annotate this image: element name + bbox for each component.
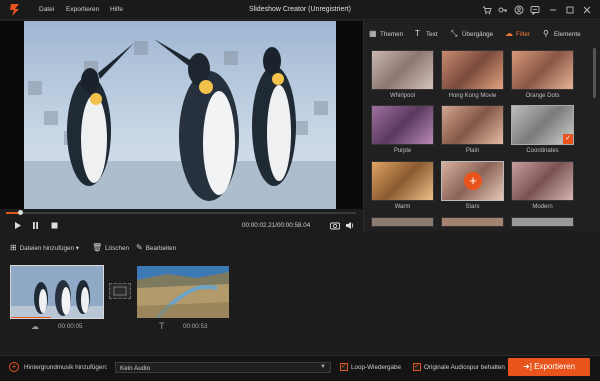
elements-icon: ⚲	[543, 29, 549, 38]
preview-image	[24, 21, 336, 209]
export-icon: ➜]	[522, 362, 532, 371]
volume-icon[interactable]	[345, 221, 355, 232]
filter-applied-icon: ☁	[31, 322, 39, 331]
tab-themen[interactable]: ▦ Themen	[369, 29, 403, 38]
filter-thumb-purple[interactable]	[371, 105, 434, 145]
transition-icon: ⤡	[451, 29, 458, 38]
checkmark-icon: ✓	[563, 134, 573, 144]
filter-thumb-plain[interactable]	[441, 105, 504, 145]
cart-icon[interactable]	[482, 5, 492, 15]
delete-button[interactable]: 🗑 Löschen	[92, 243, 129, 252]
filter-label: Coordinates	[526, 148, 559, 154]
trash-icon: 🗑	[92, 243, 103, 252]
filter-label: Stars	[465, 204, 480, 210]
filter-label: Whirlpool	[389, 93, 415, 99]
clip-duration: 00:00:05	[58, 323, 83, 330]
add-files-button[interactable]: ⊞ Dateien hinzufügen ▾	[10, 243, 79, 252]
seek-handle[interactable]	[18, 210, 23, 215]
add-icon[interactable]: +	[464, 172, 482, 190]
filter-thumb-partial[interactable]	[371, 217, 434, 227]
filter-thumb-modern[interactable]	[511, 161, 574, 201]
feedback-icon[interactable]	[530, 5, 540, 16]
tab-text[interactable]: T Text	[415, 29, 438, 38]
storyboard-clip[interactable]	[137, 266, 229, 318]
filter-scrollbar[interactable]	[593, 48, 596, 98]
filter-label: Modern	[532, 204, 553, 210]
video-preview[interactable]	[0, 21, 363, 209]
filter-thumb-coordinates[interactable]: ✓	[511, 105, 574, 145]
snapshot-icon[interactable]	[330, 221, 340, 232]
keep-audio-checkbox[interactable]	[413, 362, 421, 371]
filter-thumb-partial[interactable]	[441, 217, 504, 227]
chevron-down-icon: ▼	[320, 364, 326, 370]
clip-duration: 00:00:53	[183, 323, 208, 330]
audio-select-value: Kein Audio	[120, 365, 151, 372]
app-title: Slideshow Creator (Unregistriert)	[249, 6, 351, 13]
filter-label: Orange Dots	[525, 93, 560, 99]
account-icon[interactable]	[514, 5, 524, 15]
keep-audio-label: Originale Audiospur behalten	[424, 364, 505, 371]
stop-icon[interactable]	[50, 221, 59, 232]
tab-filter[interactable]: ☁ Filter	[505, 29, 530, 38]
filter-icon: ☁	[505, 29, 513, 38]
audio-select[interactable]: Kein Audio ▼	[115, 362, 331, 373]
add-file-icon: ⊞	[10, 243, 17, 252]
loop-checkbox[interactable]	[340, 362, 348, 371]
filter-thumb-warm[interactable]	[371, 161, 434, 201]
pause-icon[interactable]	[31, 221, 40, 232]
edit-button[interactable]: ✎ Bearbeiten	[136, 243, 176, 252]
key-icon[interactable]	[498, 5, 508, 15]
filter-label: Hong Kong Movie	[448, 93, 497, 99]
filter-label: Warm	[394, 204, 411, 210]
filter-thumb-hong-kong-movie[interactable]	[441, 50, 504, 90]
tab-uebergaenge[interactable]: ⤡ Übergänge	[451, 29, 493, 39]
bg-music-label: Hintergrundmusik hinzufügen:	[24, 364, 108, 371]
filter-label: Purple	[393, 148, 412, 154]
minimize-icon[interactable]	[548, 5, 558, 15]
seek-bar[interactable]	[6, 212, 356, 214]
filter-thumb-partial[interactable]	[511, 217, 574, 227]
tab-elemente[interactable]: ⚲ Elemente	[543, 29, 581, 38]
play-icon[interactable]	[13, 221, 22, 232]
filter-thumb-orange-dots[interactable]	[511, 50, 574, 90]
close-icon[interactable]	[582, 5, 592, 15]
grid-icon: ▦	[369, 29, 377, 38]
clip-thumbnail	[137, 266, 229, 318]
storyboard-clip[interactable]	[10, 265, 104, 319]
transition-icon	[113, 286, 127, 296]
text-icon: T	[415, 29, 420, 38]
export-button[interactable]: ➜] Exportieren	[508, 358, 590, 376]
playback-time: 00:00:02.21/00:00:58.04	[242, 222, 311, 229]
transition-slot[interactable]	[109, 283, 131, 299]
filter-thumb-whirlpool[interactable]	[371, 50, 434, 90]
filter-thumb-stars[interactable]: +	[441, 161, 504, 201]
edit-icon: ✎	[136, 243, 143, 252]
clip-thumbnail	[11, 266, 103, 318]
add-music-icon[interactable]: +	[9, 362, 19, 372]
effects-tabs: ▦ Themen T Text ⤡ Übergänge ☁ Filter ⚲ Elemen…	[363, 25, 600, 41]
text-overlay-icon[interactable]: T	[159, 321, 165, 331]
loop-label: Loop-Wiedergabe	[351, 364, 402, 371]
filter-label: Plain	[465, 148, 480, 154]
maximize-icon[interactable]	[565, 5, 575, 15]
